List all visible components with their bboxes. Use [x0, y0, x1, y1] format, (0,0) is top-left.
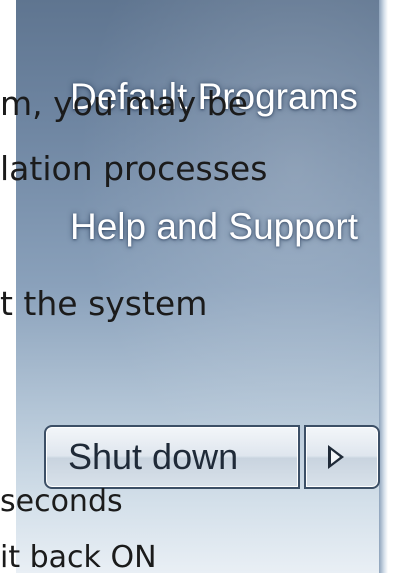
overlay-text-line-2: lation processes — [0, 149, 268, 188]
menu-item-help-and-support[interactable]: Help and Support — [70, 206, 358, 248]
shutdown-options-button[interactable] — [304, 425, 380, 489]
play-arrow-icon — [328, 445, 344, 469]
overlay-text-line-5: it back ON — [0, 540, 157, 575]
shut-down-button[interactable]: Shut down — [44, 425, 300, 489]
panel-right-edge — [379, 0, 388, 573]
overlay-text-line-4: seconds — [0, 484, 123, 519]
overlay-text-line-1: m, you may be — [0, 84, 248, 123]
shut-down-label: Shut down — [68, 436, 239, 477]
overlay-text-line-3: t the system — [0, 284, 208, 323]
